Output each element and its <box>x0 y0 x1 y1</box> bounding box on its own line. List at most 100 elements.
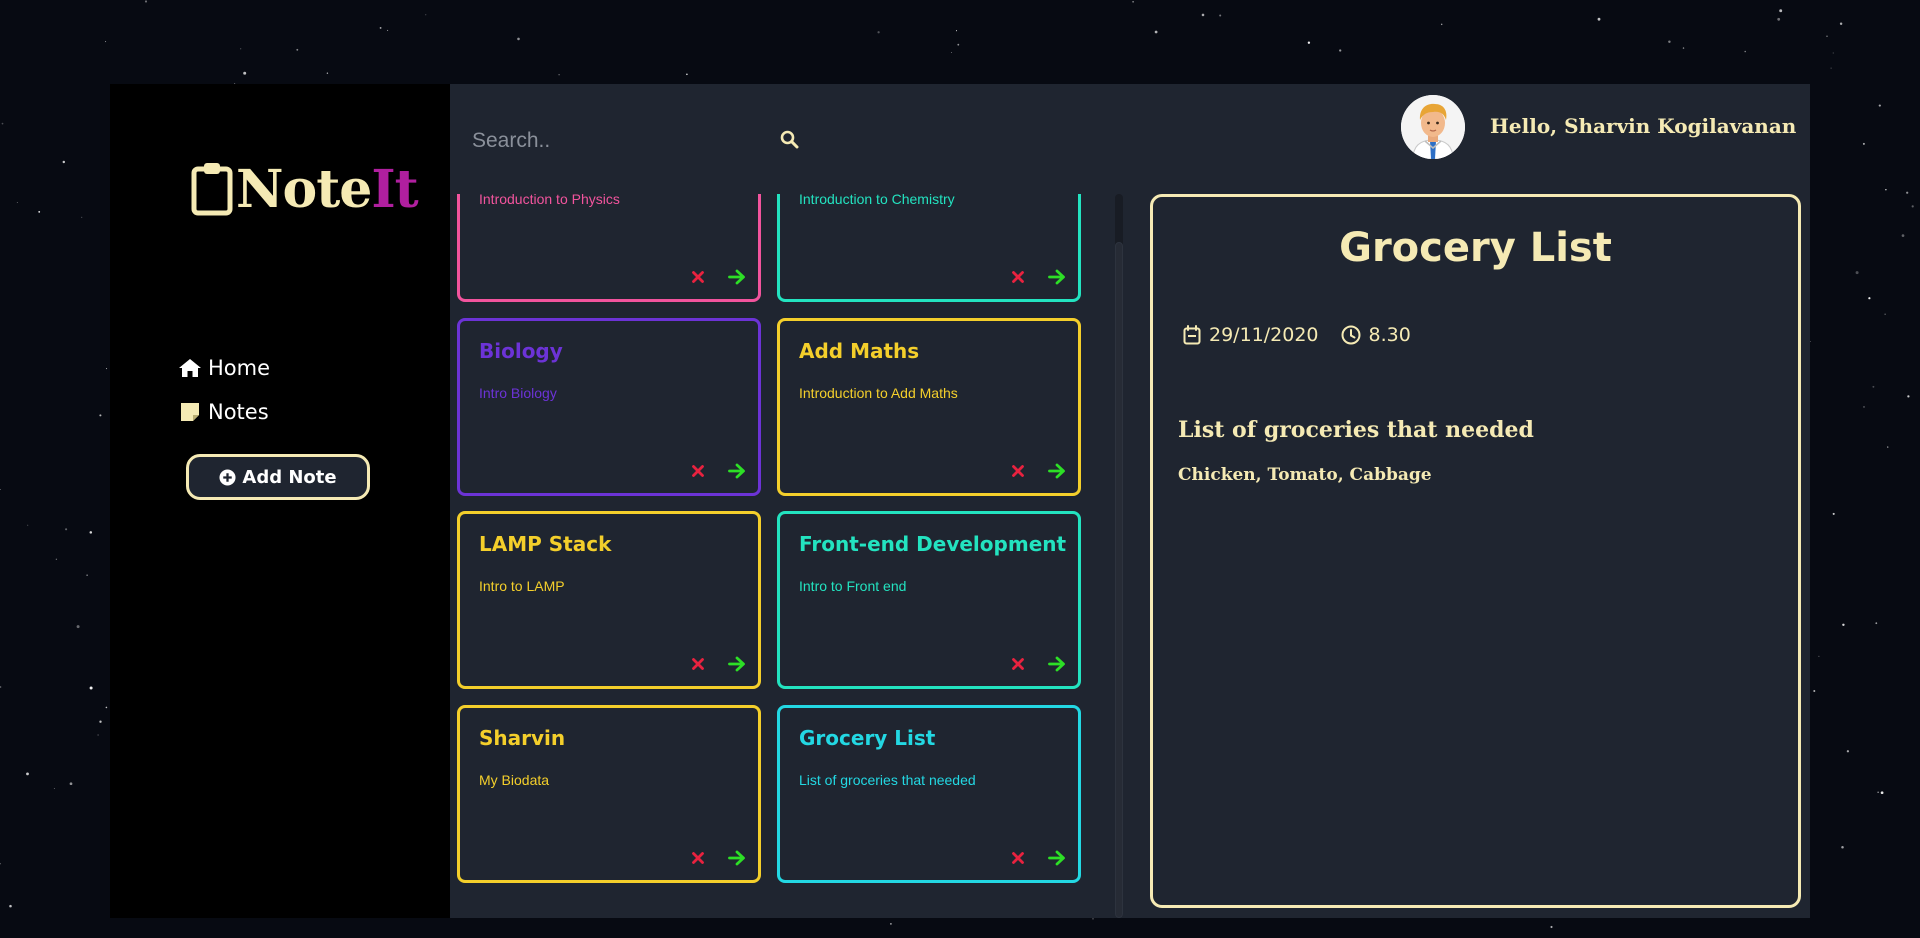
star <box>1911 205 1914 208</box>
star <box>106 368 108 370</box>
notes-scrollbar[interactable] <box>1115 194 1123 918</box>
plus-circle-icon <box>219 468 236 486</box>
arrow-right-icon[interactable] <box>728 269 746 285</box>
delete-icon[interactable] <box>692 271 704 283</box>
note-description: Intro Biology <box>479 385 557 401</box>
note-card[interactable]: Add Maths Introduction to Add Maths <box>777 318 1081 496</box>
note-card[interactable]: Grocery List List of groceries that need… <box>777 705 1081 883</box>
star <box>105 706 108 709</box>
arrow-right-icon[interactable] <box>1048 269 1066 285</box>
star <box>0 489 1 490</box>
note-card[interactable]: Introduction to Chemistry <box>777 194 1081 302</box>
note-description: Introduction to Add Maths <box>799 385 958 401</box>
note-card[interactable]: Sharvin My Biodata <box>457 705 761 883</box>
star <box>1868 297 1871 300</box>
detail-title: Grocery List <box>1339 225 1612 271</box>
delete-icon[interactable] <box>692 658 704 670</box>
star <box>1154 30 1158 34</box>
note-card[interactable]: Front-end Development Intro to Front end <box>777 511 1081 689</box>
star <box>1 122 4 125</box>
note-title: LAMP Stack <box>479 532 612 556</box>
note-description: Introduction to Chemistry <box>799 194 955 207</box>
star <box>9 904 12 908</box>
star <box>1777 17 1781 21</box>
star <box>950 52 952 54</box>
star <box>425 14 427 16</box>
star <box>1885 189 1887 191</box>
arrow-right-icon[interactable] <box>728 656 746 672</box>
star <box>1682 47 1685 49</box>
main-panel: Hello, Sharvin Kogilavanan Introduction … <box>450 84 1810 918</box>
sidebar-item-notes[interactable]: Notes <box>178 390 270 434</box>
delete-icon[interactable] <box>1012 658 1024 670</box>
detail-body: Chicken, Tomato, Cabbage <box>1178 465 1432 485</box>
star <box>1872 385 1875 388</box>
sidebar-item-label: Notes <box>208 400 269 424</box>
star <box>1878 104 1881 107</box>
star <box>1092 918 1094 920</box>
arrow-right-icon[interactable] <box>728 463 746 479</box>
star <box>99 720 102 723</box>
note-card[interactable]: Biology Intro Biology <box>457 318 761 496</box>
logo-text-it: It <box>371 158 418 220</box>
star <box>1846 750 1850 753</box>
star <box>1219 14 1222 17</box>
star <box>877 31 880 34</box>
arrow-right-icon[interactable] <box>1048 850 1066 866</box>
delete-icon[interactable] <box>1012 271 1024 283</box>
sidebar-item-home[interactable]: Home <box>178 346 270 390</box>
sticky-note-icon <box>181 403 199 421</box>
delete-icon[interactable] <box>692 465 704 477</box>
star <box>26 772 29 776</box>
detail-time-group: 8.30 <box>1341 324 1411 346</box>
note-title: Add Maths <box>799 339 920 363</box>
add-note-button[interactable]: Add Note <box>186 454 370 500</box>
note-title: Biology <box>479 339 563 363</box>
delete-icon[interactable] <box>692 852 704 864</box>
detail-meta: 29/11/2020 8.30 <box>1183 324 1411 346</box>
avatar[interactable] <box>1401 95 1465 159</box>
logo-text-note: Note <box>236 158 372 220</box>
star <box>1809 341 1811 342</box>
star <box>1744 50 1746 53</box>
star <box>1907 395 1910 398</box>
note-description: Intro to Front end <box>799 578 907 594</box>
star <box>955 30 958 32</box>
star <box>0 686 2 688</box>
calendar-icon <box>1183 325 1201 345</box>
star <box>1440 23 1443 26</box>
search-icon[interactable] <box>780 130 799 149</box>
star <box>53 787 55 790</box>
detail-date: 29/11/2020 <box>1209 324 1319 346</box>
search-input[interactable] <box>470 122 774 160</box>
delete-icon[interactable] <box>1012 852 1024 864</box>
star <box>1779 9 1783 13</box>
star <box>62 160 66 164</box>
note-card[interactable]: LAMP Stack Intro to LAMP <box>457 511 761 689</box>
star <box>144 0 148 3</box>
logo: Note It <box>190 154 419 224</box>
arrow-right-icon[interactable] <box>728 850 746 866</box>
scrollbar-thumb[interactable] <box>1115 242 1123 918</box>
note-card[interactable]: Introduction to Physics <box>457 194 761 302</box>
star <box>517 37 520 41</box>
star <box>1132 0 1134 3</box>
star <box>99 414 102 417</box>
add-note-label: Add Note <box>242 466 337 488</box>
delete-icon[interactable] <box>1012 465 1024 477</box>
detail-time: 8.30 <box>1368 324 1411 346</box>
star <box>1887 446 1889 448</box>
star <box>1307 41 1311 44</box>
star <box>1901 234 1905 237</box>
note-description: List of groceries that needed <box>799 772 976 788</box>
star <box>1880 791 1884 795</box>
star <box>81 216 83 219</box>
sidebar-item-label: Home <box>208 356 271 380</box>
star <box>1842 623 1845 627</box>
arrow-right-icon[interactable] <box>1048 656 1066 672</box>
detail-subtitle: List of groceries that needed <box>1178 417 1534 443</box>
star <box>1877 791 1879 793</box>
arrow-right-icon[interactable] <box>1048 463 1066 479</box>
star <box>65 528 68 531</box>
star <box>686 73 688 76</box>
